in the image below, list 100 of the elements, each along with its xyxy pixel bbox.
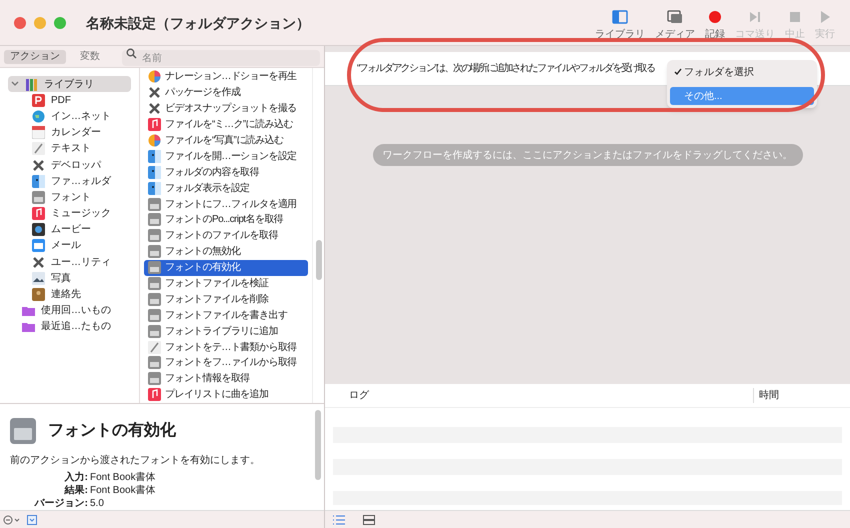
color-wheel-icon <box>148 134 161 147</box>
font-icon <box>148 292 161 306</box>
action-item[interactable]: フォントをフ…ァイルから取得 <box>144 355 308 371</box>
scrollbar[interactable] <box>315 410 321 480</box>
library-item[interactable]: 写真 <box>8 270 131 286</box>
pdf-icon <box>32 94 45 107</box>
media-icon <box>666 10 684 24</box>
action-item[interactable]: フォントにフ…フィルタを適用 <box>144 196 308 212</box>
close-button[interactable] <box>14 17 26 29</box>
folder-icon <box>22 320 35 334</box>
library-item[interactable]: メール <box>8 238 131 254</box>
zoom-button[interactable] <box>54 17 66 29</box>
header-text: “フォルダアクション”は、次の場所に追加されたファイルやフォルダを受け取る <box>357 62 654 76</box>
action-item[interactable]: ファイルを“ミ…ク”に読み込む <box>144 116 308 133</box>
chevron-icon[interactable] <box>11 80 19 88</box>
pencil-icon <box>148 340 161 354</box>
action-item[interactable]: ファイルを“写真”に読み込む <box>144 132 308 148</box>
font-icon <box>10 418 36 444</box>
description-toggle-icon[interactable] <box>27 514 37 525</box>
tools-icon <box>32 256 45 269</box>
font-icon <box>148 213 161 226</box>
field-value: Font Book書体 <box>90 484 157 498</box>
action-item[interactable]: フォントファイルを書き出す <box>144 307 308 324</box>
field-value: 5.0 <box>90 497 105 510</box>
field-label: 入力: <box>64 471 88 484</box>
contacts-icon <box>32 288 45 302</box>
action-item[interactable]: フォントファイルを削除 <box>144 291 308 308</box>
library-item[interactable]: フォント <box>8 189 131 206</box>
music-note-icon <box>32 207 45 220</box>
action-item[interactable]: ビデオスナップショットを撮る <box>144 100 308 117</box>
finder-icon <box>148 166 161 179</box>
search-icon <box>126 48 137 58</box>
toolbar-button[interactable]: メディア <box>650 10 700 42</box>
music-note-icon <box>148 388 161 402</box>
action-menu-icon[interactable] <box>3 514 21 525</box>
action-item[interactable]: フォルダの内容を取得 <box>144 164 308 180</box>
pencil-icon <box>32 142 45 156</box>
finder-icon <box>148 182 161 195</box>
action-item[interactable]: ファイルを開…ーションを設定 <box>144 148 308 164</box>
library-item[interactable]: ファ…ォルダ <box>8 173 131 190</box>
library-item[interactable]: デベロッパ <box>8 156 131 174</box>
books-icon <box>25 78 38 91</box>
color-wheel-icon <box>148 70 161 84</box>
tools-icon <box>32 158 45 172</box>
window-title: 名称未設定（フォルダアクション） <box>86 14 310 33</box>
globe-icon <box>32 110 45 123</box>
action-item[interactable]: フォントの無効化 <box>144 244 308 260</box>
action-item[interactable]: フォントの有効化 <box>144 260 308 276</box>
smart-folder-item[interactable]: 使用回…いもの <box>8 302 131 319</box>
action-item[interactable]: パッケージを作成 <box>144 84 308 101</box>
action-item[interactable]: プレイリストに曲を追加 <box>144 386 308 403</box>
action-item[interactable]: フォントをテ…ト書類から取得 <box>144 339 308 356</box>
font-icon <box>148 356 161 370</box>
photo-icon <box>32 272 45 285</box>
font-icon <box>148 198 161 211</box>
font-icon <box>148 245 161 258</box>
menu-item[interactable]: フォルダを選択 <box>670 63 814 81</box>
field-label: 結果: <box>63 484 88 498</box>
library-item[interactable]: PDF <box>8 92 131 108</box>
library-item[interactable]: テキスト <box>8 140 131 157</box>
library-item[interactable]: ミュージック <box>8 206 131 222</box>
tab[interactable]: 変数 <box>74 50 106 64</box>
column-header[interactable]: ログ <box>325 388 753 403</box>
field-label: バージョン: <box>33 497 88 510</box>
smart-folder-item[interactable]: 最近追…たもの <box>8 318 131 335</box>
action-item[interactable]: ナレーション…ドショーを再生 <box>144 69 308 85</box>
tools-icon <box>148 102 161 116</box>
description-text: 前のアクションから渡されたフォントを有効にします。 <box>10 454 261 468</box>
font-icon <box>148 308 161 322</box>
action-item[interactable]: フォントファイルを検証 <box>144 276 308 292</box>
description-title: フォントの有効化 <box>48 420 176 442</box>
music-note-icon <box>148 118 161 132</box>
folder-icon <box>22 304 35 318</box>
record-icon <box>706 10 724 24</box>
action-item[interactable]: フォントライブラリに追加 <box>144 323 308 340</box>
action-item[interactable]: フォントのPo...cript名を取得 <box>144 212 308 228</box>
library-item[interactable]: ライブラリ <box>8 76 131 92</box>
action-item[interactable]: フォントのファイルを取得 <box>144 228 308 244</box>
library-item[interactable]: ユー…リティ <box>8 254 131 270</box>
column-header[interactable]: 時間 <box>753 388 850 403</box>
scrollbar[interactable] <box>312 68 324 404</box>
list-view-icon[interactable] <box>333 514 345 524</box>
toolbar-button[interactable]: 記録 <box>700 10 730 42</box>
split-view-icon[interactable] <box>363 514 375 524</box>
action-item[interactable]: フォント情報を取得 <box>144 370 308 387</box>
tab[interactable]: アクション <box>4 50 66 64</box>
finder-icon <box>32 174 45 188</box>
sidebar-icon <box>611 10 629 24</box>
library-item[interactable]: 連絡先 <box>8 286 131 303</box>
font-icon <box>148 277 161 290</box>
library-item[interactable]: カレンダー <box>8 124 131 141</box>
action-item[interactable]: フォルダ表示を設定 <box>144 180 308 196</box>
font-icon <box>148 261 161 274</box>
tools-icon <box>148 86 161 100</box>
font-icon <box>148 372 161 386</box>
library-item[interactable]: イン…ネット <box>8 108 131 125</box>
toolbar-button[interactable]: ライブラリ <box>590 10 650 42</box>
library-item[interactable]: ムービー <box>8 222 131 238</box>
search-field[interactable]: 名前 <box>122 50 320 66</box>
envelope-icon <box>32 239 45 252</box>
